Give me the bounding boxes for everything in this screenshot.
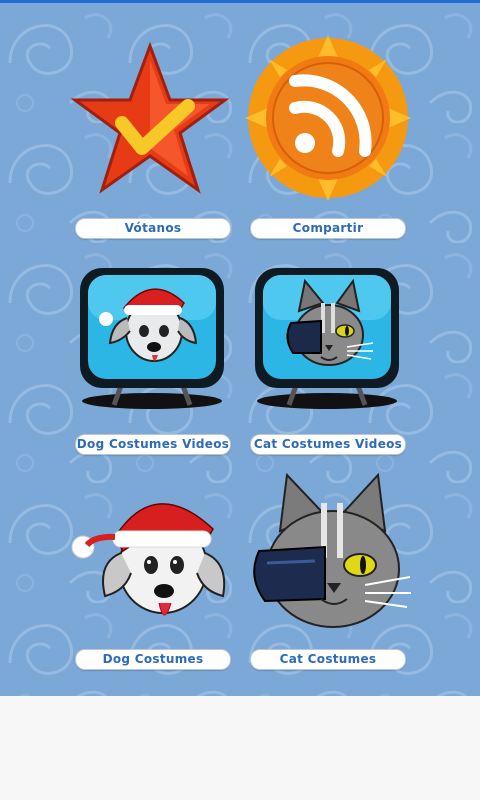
menu-tile-votanos[interactable]: Vótanos: [65, 33, 240, 243]
cat-eyepatch-icon: [253, 473, 411, 628]
patterned-background: Vótanos Compartir Dog Costumes Videos Ca…: [0, 3, 480, 696]
dog-tv-icon: [80, 268, 224, 409]
menu-label: Dog Costumes Videos: [75, 434, 231, 455]
menu-label: Cat Costumes: [250, 649, 406, 670]
menu-label: Cat Costumes Videos: [250, 434, 406, 455]
menu-tile-dog-costumes[interactable]: Dog Costumes: [65, 473, 240, 678]
menu-label: Dog Costumes: [75, 649, 231, 670]
rss-sun-icon: [245, 35, 411, 201]
menu-tile-cat-videos[interactable]: Cat Costumes Videos: [240, 258, 415, 458]
dog-santa-icon: [71, 503, 226, 616]
star-check-icon: [70, 41, 230, 194]
empty-bottom-area: [0, 696, 480, 800]
menu-tile-compartir[interactable]: Compartir: [240, 33, 415, 243]
menu-label: Compartir: [250, 218, 406, 239]
menu-tile-cat-costumes[interactable]: Cat Costumes: [240, 473, 415, 678]
cat-tv-icon: [255, 268, 399, 409]
menu-tile-dog-videos[interactable]: Dog Costumes Videos: [65, 258, 240, 458]
menu-label: Vótanos: [75, 218, 231, 239]
